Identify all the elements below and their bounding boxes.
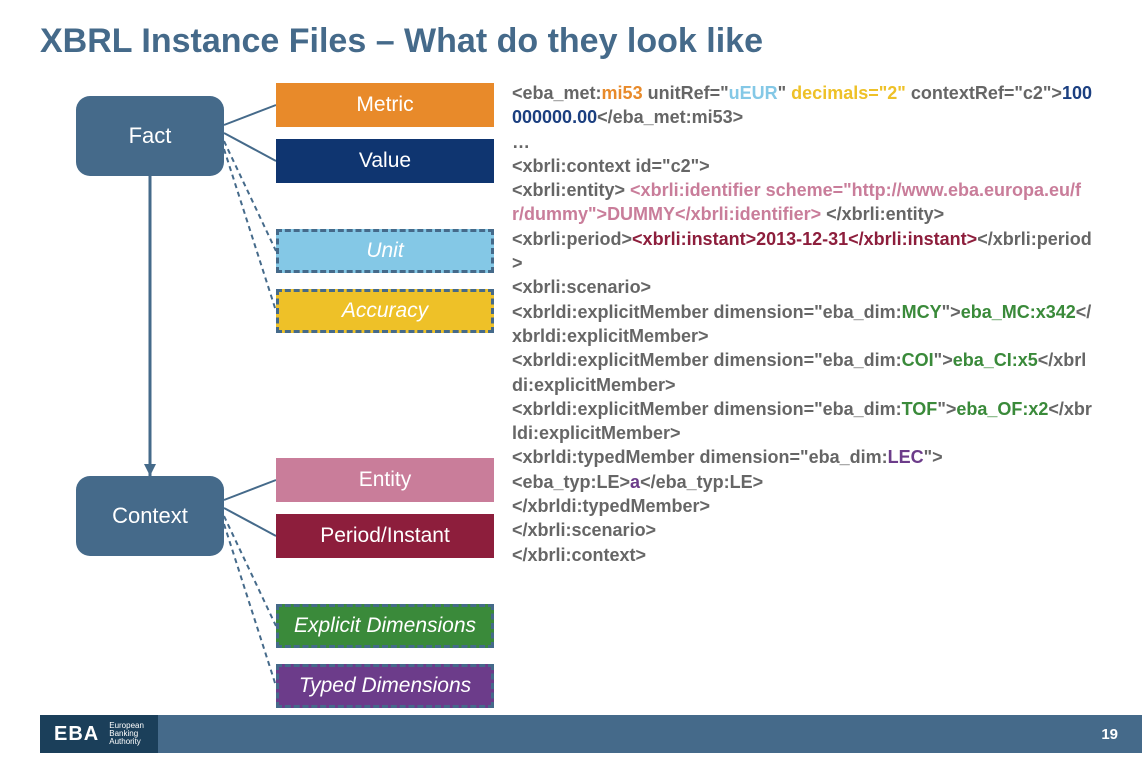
slide-title: XBRL Instance Files – What do they look … [40,22,1102,61]
eba-logo: EBA European Banking Authority [40,715,158,753]
node-entity: Entity [276,458,494,502]
node-fact: Fact [76,96,224,176]
node-value: Value [276,139,494,183]
node-typed-dimensions: Typed Dimensions [276,664,494,708]
node-accuracy: Accuracy [276,289,494,333]
node-explicit-dimensions: Explicit Dimensions [276,604,494,648]
slide-footer: EBA European Banking Authority 19 [40,715,1142,753]
node-context: Context [76,476,224,556]
node-metric: Metric [276,83,494,127]
node-period: Period/Instant [276,514,494,558]
page-number: 19 [1101,726,1142,743]
node-unit: Unit [276,229,494,273]
diagram-area: Fact Metric Value Unit Accuracy Context … [40,81,500,721]
xml-code-block: <eba_met:mi53 unitRef="uEUR" decimals="2… [512,81,1102,721]
